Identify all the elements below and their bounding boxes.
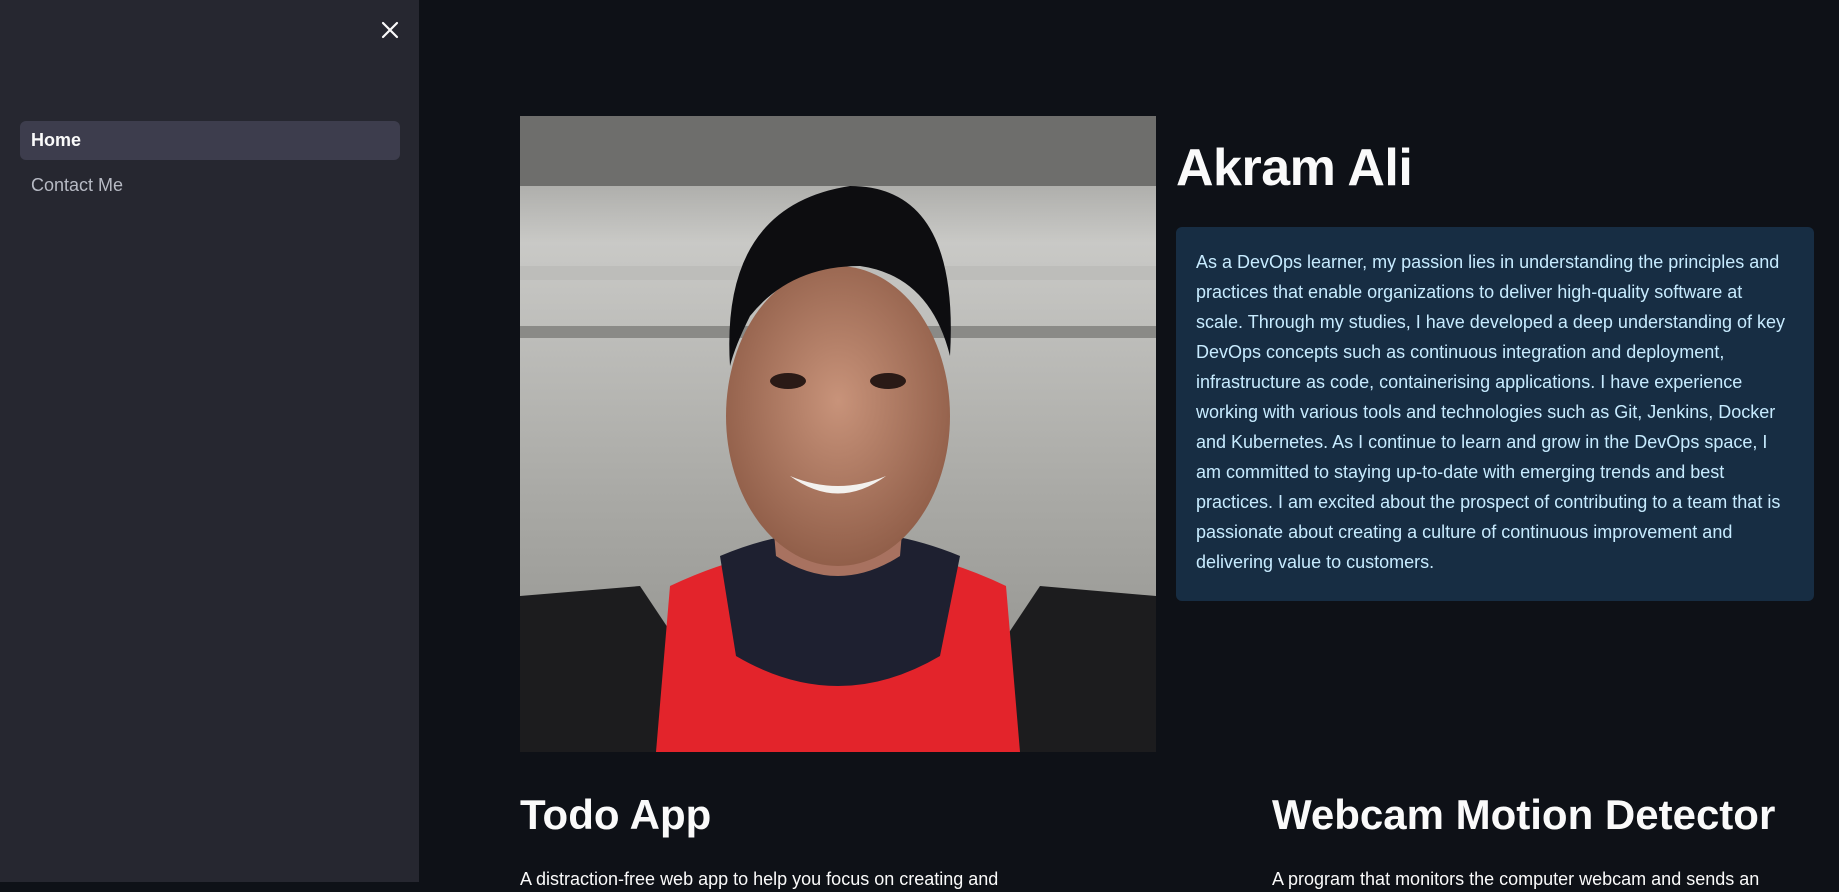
- portrait-image: [520, 116, 1156, 752]
- page-title: Akram Ali: [1176, 139, 1413, 197]
- project-description-todo-app: A distraction-free web app to help you f…: [520, 869, 999, 889]
- bio-text: As a DevOps learner, my passion lies in …: [1196, 252, 1786, 572]
- sidebar-nav: Home Contact Me: [20, 121, 400, 211]
- project-description-webcam-motion-detector: A program that monitors the computer web…: [1272, 869, 1760, 889]
- sidebar-item-contact-me[interactable]: Contact Me: [20, 166, 400, 205]
- close-sidebar-button[interactable]: [374, 14, 406, 46]
- bio-info-box: As a DevOps learner, my passion lies in …: [1176, 227, 1814, 601]
- sidebar-item-label: Contact Me: [31, 175, 124, 195]
- project-title-webcam-motion-detector: Webcam Motion Detector: [1272, 791, 1776, 838]
- sidebar-item-label: Home: [31, 130, 82, 150]
- main-content: Akram Ali As a DevOps learner, my passio…: [419, 0, 1839, 889]
- sidebar-item-home[interactable]: Home: [20, 121, 400, 160]
- close-icon: [381, 21, 399, 39]
- sidebar: Home Contact Me: [0, 0, 419, 882]
- profile-photo: [520, 116, 1156, 752]
- project-title-todo-app: Todo App: [520, 791, 712, 838]
